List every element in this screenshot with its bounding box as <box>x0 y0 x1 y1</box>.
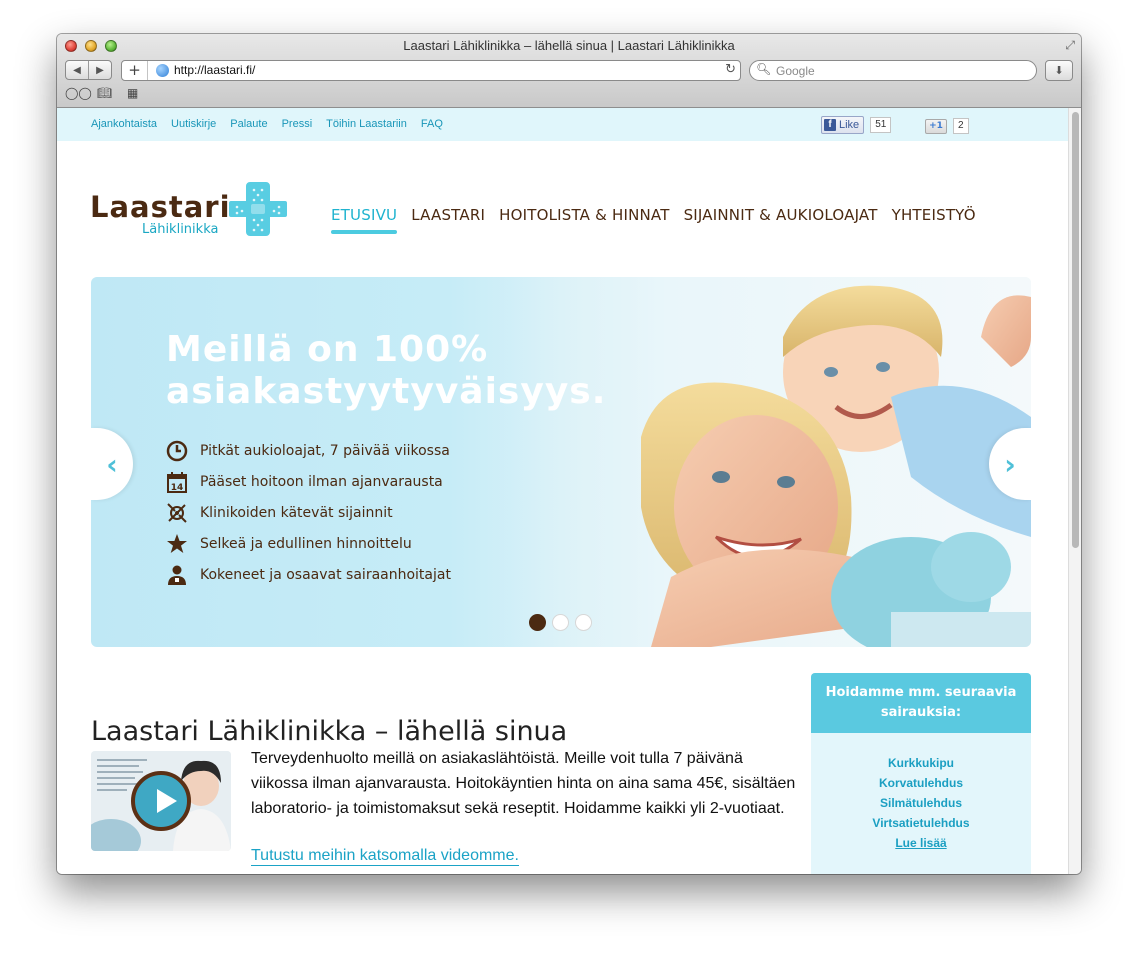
slider-dots <box>529 614 592 631</box>
top-sites-grid-icon[interactable]: ▦ <box>127 86 138 100</box>
facebook-like-count: 51 <box>870 117 892 133</box>
play-icon[interactable] <box>131 771 191 831</box>
search-input[interactable]: 🔍︎ Google <box>749 60 1037 81</box>
scrollbar-thumb[interactable] <box>1072 112 1079 548</box>
conditions-heading: Hoidamme mm. seuraavia sairauksia: <box>811 673 1031 733</box>
calendar-icon-number: 14 <box>171 483 184 493</box>
conditions-list: Kurkkukipu Korvatulehdus Silmätulehdus V… <box>811 733 1031 853</box>
globe-icon <box>156 64 169 77</box>
condition-link[interactable]: Virtsatietulehdus <box>811 813 1031 833</box>
nav-sijainnit-aukioloajat[interactable]: SIJAINNIT & AUKIOLOAJAT <box>684 206 878 224</box>
logo-subtitle: Lähiklinikka <box>142 222 219 237</box>
clock-icon <box>166 440 188 461</box>
intro-paragraph: Terveydenhuolto meillä on asiakaslähtöis… <box>251 750 796 817</box>
browser-toolbar: Laastari Lähiklinikka – lähellä sinua | … <box>57 34 1081 108</box>
top-utility-bar: Ajankohtaista Uutiskirje Palaute Pressi … <box>57 108 1068 141</box>
hero-headline: Meillä on 100% asiakastyytyväisyys. <box>166 329 626 413</box>
fullscreen-icon[interactable]: ⤢ <box>1065 38 1075 53</box>
link-toihin-laastariin[interactable]: Töihin Laastariin <box>326 118 407 130</box>
link-pressi[interactable]: Pressi <box>282 118 313 130</box>
google-plus-count: 2 <box>953 118 969 134</box>
facebook-like-button[interactable]: f Like <box>821 116 865 134</box>
feature-text: Kokeneet ja osaavat sairaanhoitajat <box>200 566 451 583</box>
nav-yhteistyo[interactable]: YHTEISTYÖ <box>892 206 976 224</box>
logo-wordmark: Laastari <box>90 190 231 224</box>
nav-hoitolista-hinnat[interactable]: HOITOLISTA & HINNAT <box>499 206 669 224</box>
google-plus-one: +1 2 <box>925 118 969 134</box>
url-text[interactable]: http://laastari.fi/ <box>174 63 255 77</box>
calendar-icon: 14 <box>167 471 187 493</box>
page-title: Laastari Lähiklinikka – lähellä sinua <box>91 716 568 747</box>
condition-link[interactable]: Korvatulehdus <box>811 773 1031 793</box>
star-icon <box>167 533 187 553</box>
link-uutiskirje[interactable]: Uutiskirje <box>171 118 216 130</box>
feature-text: Selkeä ja edullinen hinnoittelu <box>200 535 412 552</box>
conditions-box: Hoidamme mm. seuraavia sairauksia: Kurkk… <box>811 673 1031 874</box>
history-nav: ◀ ▶ <box>65 60 112 80</box>
bandage-cross-icon <box>229 182 287 236</box>
main-navigation: ETUSIVU LAASTARI HOITOLISTA & HINNAT SIJ… <box>331 206 976 234</box>
read-more-link[interactable]: Lue lisää <box>811 833 1031 853</box>
slider-dot-1[interactable] <box>529 614 546 631</box>
bookmarks-book-icon[interactable]: 📖︎ <box>97 86 112 100</box>
google-plus-button[interactable]: +1 <box>925 118 947 134</box>
nurse-person-icon <box>168 565 186 585</box>
hero-slider: Meillä on 100% asiakastyytyväisyys. Pitk… <box>91 277 1031 647</box>
utility-links: Ajankohtaista Uutiskirje Palaute Pressi … <box>91 118 443 130</box>
reading-list-icon[interactable]: ◯◯ <box>65 86 92 100</box>
compass-location-icon <box>167 502 187 523</box>
feature-text: Klinikoiden kätevät sijainnit <box>200 504 393 521</box>
window-title: Laastari Lähiklinikka – lähellä sinua | … <box>403 38 735 53</box>
facebook-icon: f <box>824 119 836 131</box>
slider-prev-button[interactable]: ‹ <box>91 428 133 500</box>
feature-text: Pitkät aukioloajat, 7 päivää viikossa <box>200 442 450 459</box>
search-placeholder: Google <box>776 64 815 78</box>
facebook-like-label: Like <box>839 119 860 131</box>
slider-dot-3[interactable] <box>575 614 592 631</box>
link-faq[interactable]: FAQ <box>421 118 443 130</box>
add-bookmark-button[interactable]: + <box>122 61 148 80</box>
video-link[interactable]: Tutustu meihin katsomalla videomme. <box>251 847 519 866</box>
facebook-like: f Like 51 <box>821 116 892 134</box>
back-button[interactable]: ◀ <box>66 61 89 79</box>
feature-text: Pääset hoitoon ilman ajanvarausta <box>200 473 443 490</box>
reload-icon[interactable]: ↻ <box>725 62 736 77</box>
feature-item: Pitkät aukioloajat, 7 päivää viikossa <box>166 435 451 466</box>
feature-item: Kokeneet ja osaavat sairaanhoitajat <box>166 559 451 590</box>
search-icon: 🔍︎ <box>756 62 772 76</box>
condition-link[interactable]: Kurkkukipu <box>811 753 1031 773</box>
page-scrollbar[interactable] <box>1068 108 1081 874</box>
downloads-button[interactable]: ⬇ <box>1045 60 1073 81</box>
link-ajankohtaista[interactable]: Ajankohtaista <box>91 118 157 130</box>
address-bar[interactable]: + http://laastari.fi/ ↻ <box>121 60 741 81</box>
web-page: Ajankohtaista Uutiskirje Palaute Pressi … <box>57 108 1068 874</box>
site-logo[interactable]: Laastari Lähiklinikka <box>90 180 290 250</box>
chevron-right-icon: › <box>1004 447 1016 481</box>
forward-button[interactable]: ▶ <box>89 61 111 79</box>
hero-feature-list: Pitkät aukioloajat, 7 päivää viikossa 14… <box>166 435 451 590</box>
nav-laastari[interactable]: LAASTARI <box>411 206 485 224</box>
video-thumbnail[interactable] <box>91 751 231 851</box>
hero-headline-line1: Meillä on 100% <box>166 329 489 370</box>
chevron-left-icon: ‹ <box>106 447 118 481</box>
nav-etusivu[interactable]: ETUSIVU <box>331 206 398 234</box>
condition-link[interactable]: Silmätulehdus <box>811 793 1031 813</box>
feature-item: Selkeä ja edullinen hinnoittelu <box>166 528 451 559</box>
hero-headline-line2: asiakastyytyväisyys. <box>166 371 607 412</box>
link-palaute[interactable]: Palaute <box>230 118 267 130</box>
slider-dot-2[interactable] <box>552 614 569 631</box>
feature-item: Klinikoiden kätevät sijainnit <box>166 497 451 528</box>
feature-item: 14 Pääset hoitoon ilman ajanvarausta <box>166 466 451 497</box>
browser-window: Laastari Lähiklinikka – lähellä sinua | … <box>57 34 1081 874</box>
